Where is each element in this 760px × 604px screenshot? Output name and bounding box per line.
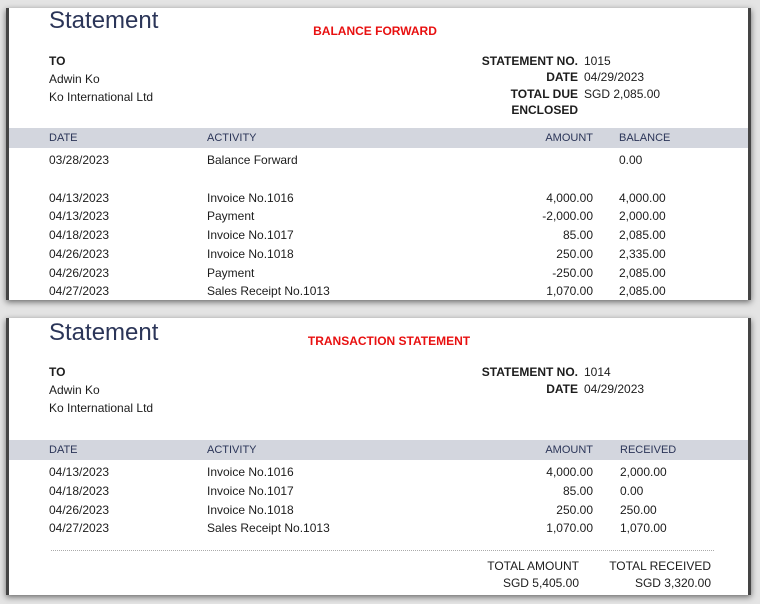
col-balance: BALANCE [619,132,671,144]
row-balance: 2,335.00 [619,247,666,261]
balance-forward-statement: Statement BALANCE FORWARD TO Adwin Ko Ko… [6,8,751,300]
col-activity: ACTIVITY [207,132,257,144]
row-date: 04/18/2023 [49,484,110,498]
row-activity: Invoice No.1016 [207,465,294,479]
customer-name: Adwin Ko [49,72,100,86]
row-amount: -2,000.00 [542,209,593,223]
col-amount: AMOUNT [545,444,593,456]
statement-date: 04/29/2023 [584,382,645,396]
total-due: SGD 2,085.00 [584,87,661,101]
row-amount: 250.00 [556,503,593,517]
total-received-label: TOTAL RECEIVED [609,559,711,573]
row-amount: 250.00 [556,247,593,261]
row-activity: Sales Receipt No.1013 [207,284,330,298]
row-activity: Payment [207,209,255,223]
col-date: DATE [49,132,78,144]
row-date: 04/27/2023 [49,284,110,298]
table-header: DATE ACTIVITY AMOUNT RECEIVED [9,440,748,460]
divider [51,550,714,551]
row-balance: 2,000.00 [619,209,666,223]
statement-no-label: STATEMENT NO. [481,365,578,379]
row-activity: Invoice No.1016 [207,191,294,205]
statement-no-label: STATEMENT NO. [481,54,578,68]
row-date: 04/13/2023 [49,465,110,479]
table-header: DATE ACTIVITY AMOUNT BALANCE [9,128,748,148]
row-amount: 1,070.00 [546,284,593,298]
row-activity: Invoice No.1018 [207,503,294,517]
row-date: 03/28/2023 [49,153,110,167]
statement-date: 04/29/2023 [584,70,645,84]
row-balance: 2,085.00 [619,228,666,242]
enclosed-label: ENCLOSED [511,103,578,117]
row-balance: 2,085.00 [619,266,666,280]
to-label: TO [49,54,66,68]
row-date: 04/26/2023 [49,503,110,517]
row-activity: Invoice No.1017 [207,484,294,498]
row-activity: Invoice No.1018 [207,247,294,261]
col-date: DATE [49,444,78,456]
company-name: Ko International Ltd [49,401,154,415]
date-label: DATE [546,70,578,84]
statement-title: Statement [49,7,159,34]
row-received: 250.00 [620,503,657,517]
date-label: DATE [546,382,578,396]
row-date: 04/13/2023 [49,209,110,223]
to-label: TO [49,365,66,379]
row-balance: 4,000.00 [619,191,666,205]
statement-no: 1014 [584,365,611,379]
statement-type-label: TRANSACTION STATEMENT [307,334,471,348]
row-date: 04/13/2023 [49,191,110,205]
row-amount: 4,000.00 [546,191,593,205]
row-balance: 2,085.00 [619,284,666,298]
row-amount: 85.00 [562,228,593,242]
row-date: 04/26/2023 [49,266,110,280]
row-amount: 1,070.00 [546,521,593,535]
total-amount: SGD 5,405.00 [502,576,579,590]
col-amount: AMOUNT [545,132,593,144]
row-received: 2,000.00 [620,465,667,479]
row-amount: -250.00 [552,266,593,280]
customer-name: Adwin Ko [49,383,100,397]
statement-no: 1015 [584,54,611,68]
row-date: 04/27/2023 [49,521,110,535]
row-date: 04/18/2023 [49,228,110,242]
row-received: 0.00 [620,484,644,498]
total-amount-label: TOTAL AMOUNT [487,559,579,573]
row-activity: Payment [207,266,255,280]
row-amount: 4,000.00 [546,465,593,479]
statement-type-label: BALANCE FORWARD [313,24,437,38]
row-amount: 85.00 [562,484,593,498]
col-activity: ACTIVITY [207,444,257,456]
transaction-statement: Statement TRANSACTION STATEMENT TO Adwin… [6,318,751,595]
row-date: 04/26/2023 [49,247,110,261]
row-activity: Invoice No.1017 [207,228,294,242]
total-due-label: TOTAL DUE [510,87,578,101]
row-balance: 0.00 [619,153,643,167]
row-received: 1,070.00 [620,521,667,535]
col-received: RECEIVED [620,444,677,456]
row-activity: Sales Receipt No.1013 [207,521,330,535]
total-received: SGD 3,320.00 [634,576,711,590]
row-activity: Balance Forward [207,153,298,167]
statement-title: Statement [49,319,159,346]
company-name: Ko International Ltd [49,90,154,104]
